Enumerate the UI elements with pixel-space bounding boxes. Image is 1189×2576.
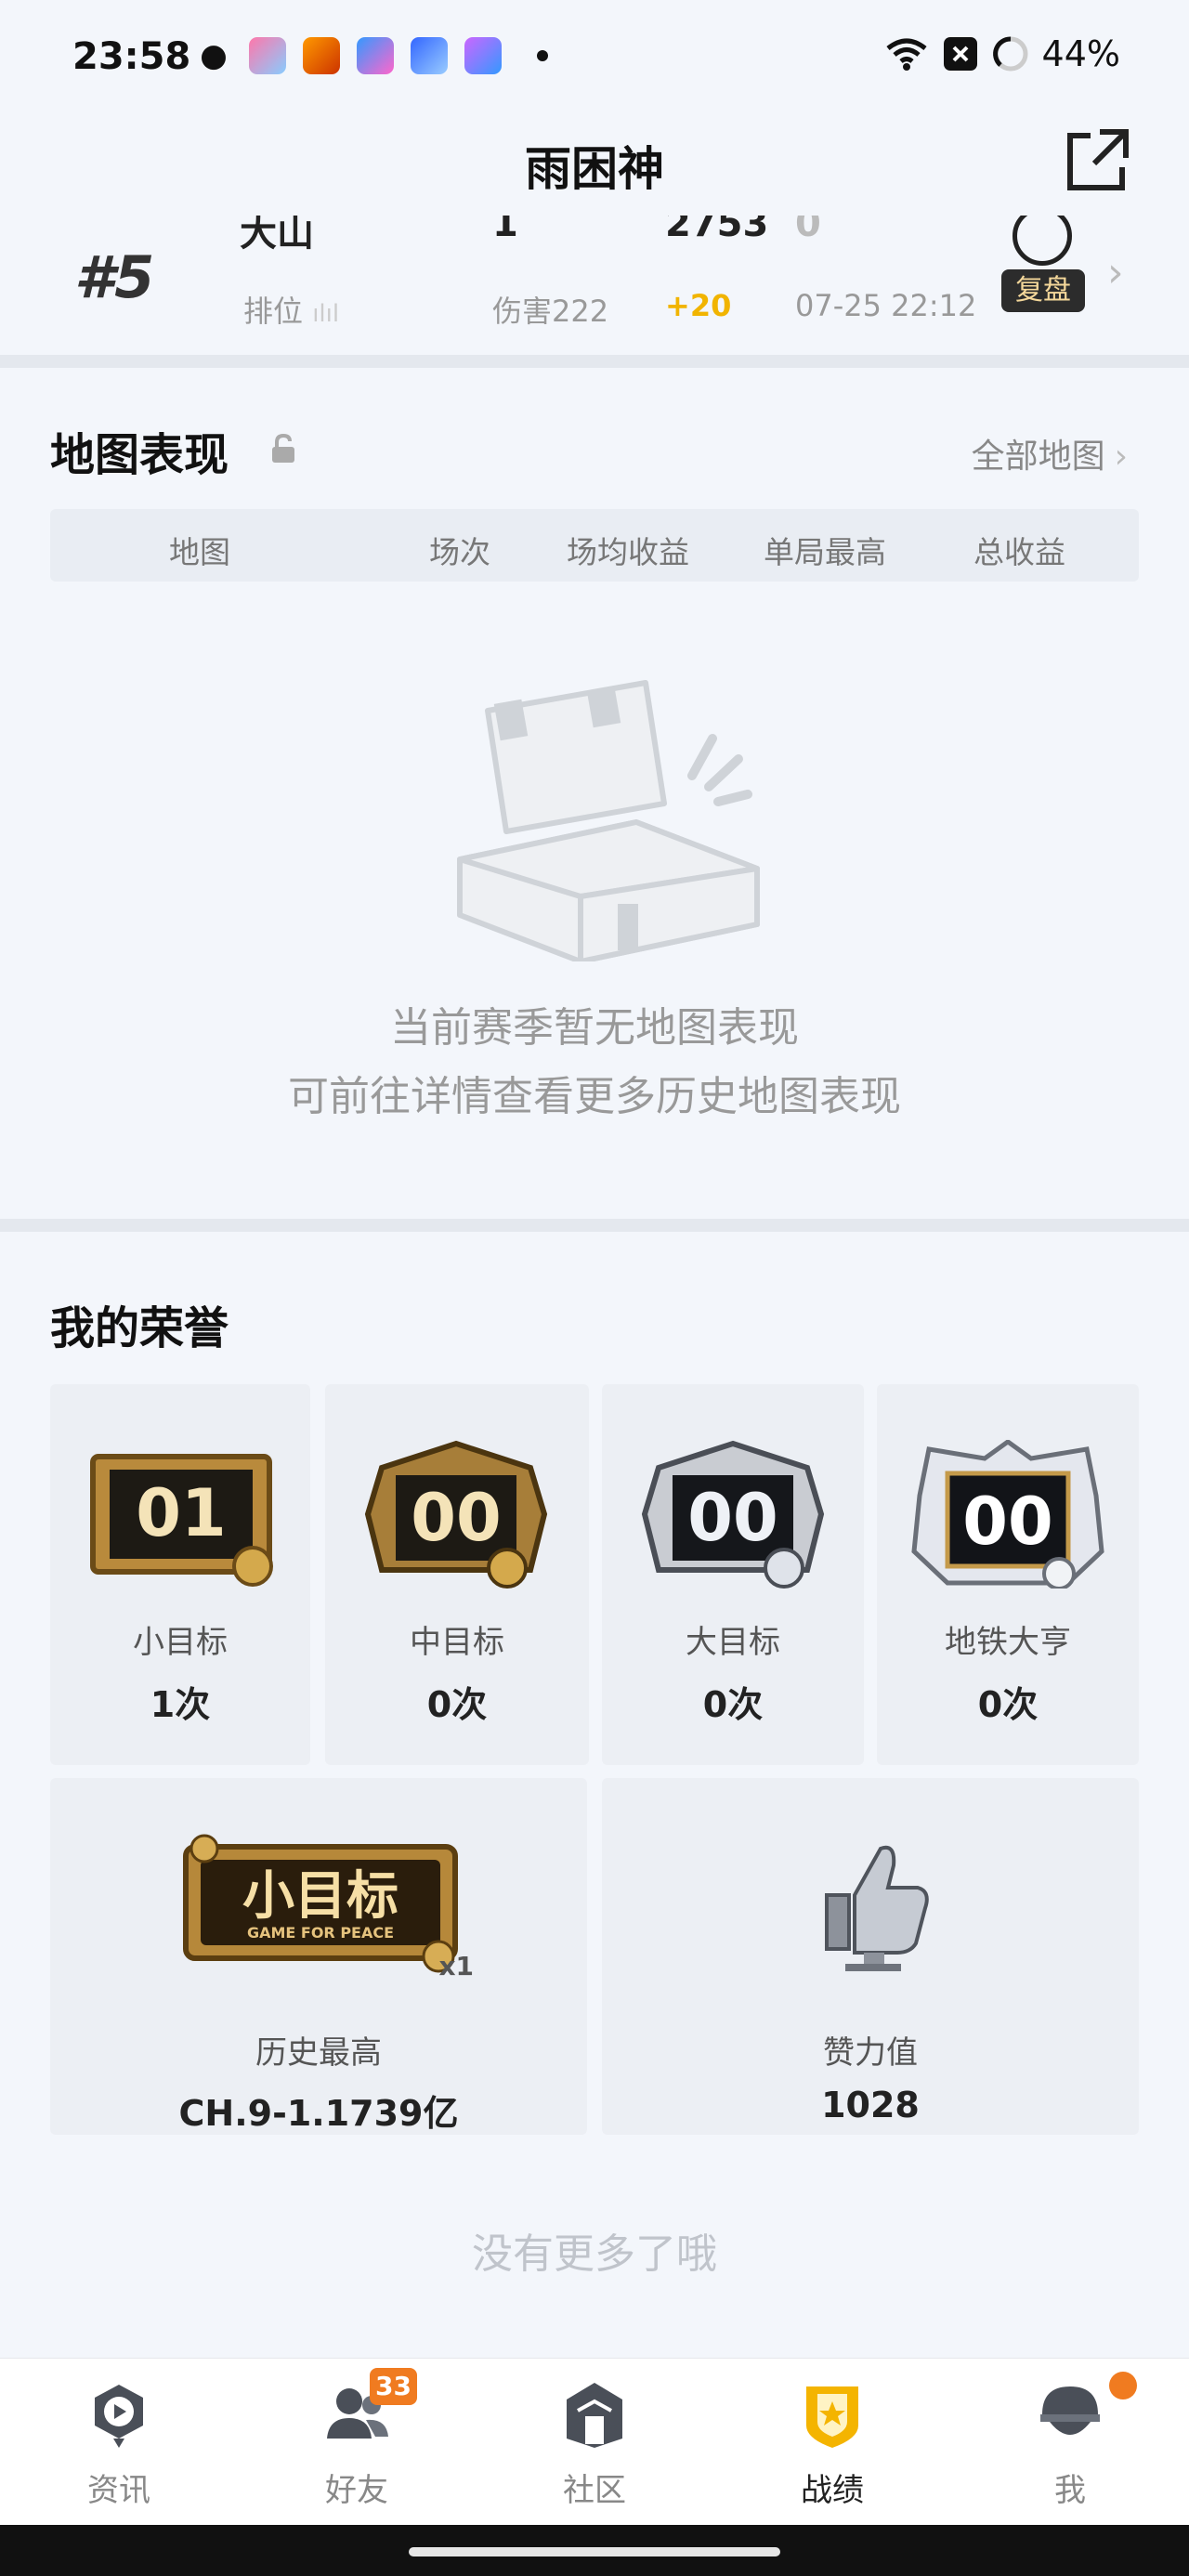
honor-card-big-goal[interactable]: 00 大目标 0次 — [602, 1384, 864, 1765]
match-rating-change: +20 — [665, 288, 732, 323]
honor-value: 0次 — [702, 1684, 764, 1725]
nav-label: 战绩 — [801, 2472, 864, 2509]
likes-label: 赞力值 — [823, 2034, 918, 2072]
honors-title: 我的荣誉 — [50, 1302, 229, 1354]
match-map-name: 大山 — [240, 216, 314, 255]
column-header: 地图 — [169, 534, 230, 570]
app-icon — [249, 37, 286, 74]
likes-value: 1028 — [821, 2085, 920, 2125]
badge-number: 00 — [962, 1484, 1052, 1560]
friends-badge: 33 — [370, 2368, 417, 2405]
column-header: 总收益 — [973, 534, 1065, 570]
nav-item-record[interactable]: 战绩 — [713, 2359, 951, 2526]
gold-goal-badge-icon: 01 — [90, 1454, 273, 1587]
column-header: 场次 — [429, 534, 490, 570]
app-icon — [303, 37, 340, 74]
plaque-subtitle: GAME FOR PEACE — [247, 1924, 394, 1942]
small-goal-plaque-icon: 小目标 GAME FOR PEACE x1 — [183, 1834, 474, 1981]
battery-icon — [992, 36, 1028, 72]
status-right: 44% — [884, 33, 1120, 74]
news-icon — [95, 2385, 143, 2448]
nav-item-community[interactable]: 社区 — [476, 2359, 713, 2526]
plaque-multiplier: x1 — [438, 1951, 474, 1981]
profile-icon — [1040, 2386, 1100, 2435]
match-extra: 0 — [795, 216, 821, 245]
nav-label: 好友 — [325, 2472, 388, 2509]
match-rating: 2753 — [665, 216, 769, 245]
more-notifications-icon — [537, 50, 548, 61]
app-icon — [464, 37, 502, 74]
match-mode: 排位 ılıl — [243, 294, 340, 329]
map-performance-title: 地图表现 — [50, 429, 229, 481]
honor-label: 小目标 — [133, 1624, 228, 1661]
empty-hint: 可前往详情查看更多历史地图表现 — [288, 1073, 901, 1120]
column-header: 单局最高 — [764, 534, 886, 570]
match-row[interactable]: #5 大山 排位 ılıl 1 伤害222 2753 +20 0 07-25 2… — [0, 216, 1189, 355]
honor-label: 地铁大亨 — [945, 1624, 1071, 1661]
gesture-bar[interactable] — [409, 2547, 780, 2556]
chevron-right-icon: › — [1114, 438, 1128, 476]
honor-label: 中目标 — [410, 1624, 504, 1661]
likes-card[interactable]: 赞力值 1028 — [602, 1778, 1139, 2135]
silver-shield-badge-icon: 00 — [641, 1440, 825, 1589]
badge-number: 00 — [411, 1480, 501, 1556]
match-damage: 伤害222 — [492, 294, 609, 329]
status-bar: 23:58 ● 44% — [0, 0, 1189, 111]
history-best-value: CH.9-1.1739亿 — [178, 2093, 459, 2134]
badge-number: 00 — [687, 1480, 777, 1556]
status-time: 23:58 — [72, 35, 191, 78]
match-datetime: 07-25 22:12 — [795, 288, 977, 323]
match-kills: 1 — [492, 216, 518, 245]
header: 雨困神 — [0, 121, 1189, 204]
divider — [0, 355, 1189, 368]
nav-label: 社区 — [563, 2472, 626, 2509]
nav-label: 资讯 — [87, 2472, 150, 2509]
battery-level: 44% — [1041, 33, 1120, 74]
honor-card-metro-tycoon[interactable]: 00 地铁大亨 0次 — [877, 1384, 1139, 1765]
bottom-nav: 资讯 33 好友 社区 战绩 我 — [0, 2358, 1189, 2525]
empty-box-icon — [457, 680, 760, 961]
honor-value: 0次 — [426, 1684, 488, 1725]
thumbs-up-icon — [825, 1845, 929, 1971]
divider — [0, 1219, 1189, 1232]
nav-label: 我 — [1054, 2472, 1086, 2509]
empty-message: 当前赛季暂无地图表现 — [390, 1004, 799, 1052]
chevron-right-icon: › — [1107, 249, 1124, 296]
wechat-icon: ● — [200, 37, 228, 74]
replay-play-icon — [1013, 216, 1072, 266]
gold-shield-badge-icon: 00 — [364, 1440, 548, 1589]
table-header: 地图 场次 场均收益 单局最高 总收益 — [50, 509, 1139, 582]
community-icon — [567, 2383, 622, 2448]
wifi-icon — [885, 38, 927, 71]
nav-item-news[interactable]: 资讯 — [0, 2359, 238, 2526]
honor-label: 大目标 — [686, 1624, 780, 1661]
all-maps-link[interactable]: 全部地图 › — [972, 429, 1128, 477]
replay-button[interactable]: 复盘 — [1001, 269, 1085, 312]
profile-notification-dot — [1109, 2372, 1137, 2399]
notification-icons: ● — [195, 37, 548, 74]
diamond-badge-icon: 00 — [911, 1440, 1104, 1589]
honor-card-medium-goal[interactable]: 00 中目标 0次 — [325, 1384, 589, 1765]
app-icon — [357, 37, 394, 74]
nav-item-friends[interactable]: 33 好友 — [238, 2359, 476, 2526]
lock-icon[interactable] — [269, 433, 297, 464]
record-icon — [806, 2386, 858, 2448]
history-best-card[interactable]: 小目标 GAME FOR PEACE x1 历史最高 CH.9-1.1739亿 — [50, 1778, 587, 2135]
honor-value: 1次 — [150, 1684, 211, 1725]
share-out-icon[interactable] — [1063, 124, 1133, 195]
sim-icon — [943, 37, 977, 71]
page-title: 雨困神 — [525, 142, 664, 196]
match-rank: #5 — [74, 243, 155, 311]
no-more-text: 没有更多了哦 — [472, 2230, 717, 2278]
honor-value: 0次 — [977, 1684, 1039, 1725]
app-icon — [411, 37, 448, 74]
plaque-title: 小目标 — [242, 1866, 399, 1927]
history-best-label: 历史最高 — [255, 2034, 382, 2072]
badge-number: 01 — [136, 1475, 226, 1551]
column-header: 场均收益 — [567, 534, 689, 570]
honor-card-small-goal[interactable]: 01 小目标 1次 — [50, 1384, 310, 1765]
nav-item-profile[interactable]: 我 — [951, 2359, 1189, 2526]
